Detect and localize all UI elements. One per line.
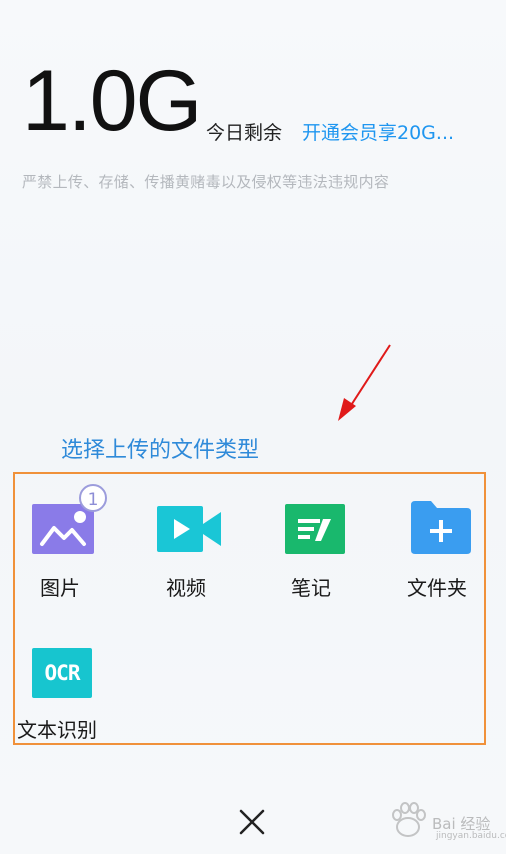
- upload-type-panel: 1 图片 视频 笔记 文件夹 OCR 文本识别: [13, 472, 486, 745]
- upload-type-image-label: 图片: [40, 576, 80, 600]
- upload-warning-text: 严禁上传、存储、传播黄赌毒以及侵权等违法违规内容: [22, 173, 390, 191]
- vip-upgrade-link[interactable]: 开通会员享20G...: [302, 118, 454, 145]
- upload-type-folder-label: 文件夹: [407, 576, 467, 600]
- upload-type-video[interactable]: 视频: [135, 474, 255, 604]
- upload-type-note-label: 笔记: [291, 576, 331, 600]
- upload-type-ocr-label: 文本识别: [17, 718, 97, 742]
- image-count-badge: 1: [79, 484, 107, 512]
- baidu-jingyan-watermark: Bai 经验 jingyan.baidu.com: [386, 798, 506, 846]
- upload-type-note[interactable]: 笔记: [255, 474, 375, 604]
- upload-type-ocr[interactable]: OCR 文本识别: [15, 614, 135, 743]
- watermark-subtext: jingyan.baidu.com: [436, 831, 506, 841]
- note-icon: [285, 504, 345, 554]
- upload-type-image[interactable]: 1 图片: [15, 474, 135, 604]
- close-icon[interactable]: [236, 806, 268, 838]
- annotation-text: 选择上传的文件类型: [61, 438, 260, 463]
- upload-type-folder[interactable]: 文件夹: [375, 474, 484, 604]
- upload-type-video-label: 视频: [166, 576, 206, 600]
- folder-icon: [411, 501, 471, 554]
- quota-remaining-size: 1.0G: [22, 53, 202, 149]
- image-icon: [32, 504, 94, 554]
- paw-logo-icon: [392, 802, 426, 837]
- quota-remaining-label: 今日剩余: [206, 122, 283, 144]
- video-icon: [157, 506, 221, 552]
- ocr-icon: OCR: [32, 648, 92, 698]
